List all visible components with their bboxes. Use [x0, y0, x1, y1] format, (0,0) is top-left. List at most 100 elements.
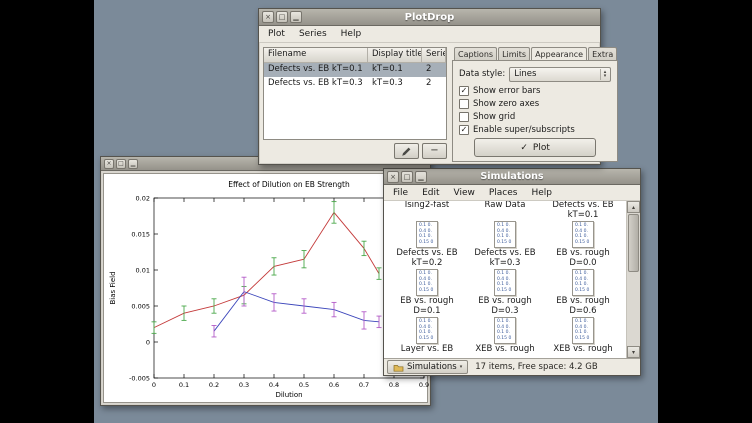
- cell-filename: Defects vs. EB kT=0.1: [264, 63, 368, 77]
- file-item[interactable]: 0.1 0. 0.4 0. 0.1 0. 0.15 0XEB vs. rough: [544, 317, 622, 358]
- tab-limits[interactable]: Limits: [498, 47, 530, 61]
- text-file-icon: 0.1 0. 0.4 0. 0.1 0. 0.15 0: [494, 317, 516, 344]
- menu-plot[interactable]: Plot: [261, 27, 292, 41]
- svg-text:Bias Field: Bias Field: [109, 271, 117, 304]
- checkbox-show-grid[interactable]: Show grid: [459, 110, 611, 123]
- checkbox-show-error-bars[interactable]: ✓ Show error bars: [459, 84, 611, 97]
- checkbox-unchecked-icon[interactable]: [459, 99, 469, 109]
- remove-file-button[interactable]: −: [422, 143, 447, 159]
- checkbox-label: Show error bars: [473, 86, 540, 96]
- checkbox-show-zero-axes[interactable]: Show zero axes: [459, 97, 611, 110]
- svg-text:0.01: 0.01: [136, 267, 150, 275]
- file-item[interactable]: 0.1 0. 0.4 0. 0.1 0. 0.15 0Defects vs. E…: [466, 221, 544, 269]
- plot-output-window: × □ ▁ 00.10.20.30.40.50.60.70.80.9-0.005…: [100, 156, 431, 406]
- maximize-icon[interactable]: □: [116, 159, 126, 169]
- file-table-actions: −: [263, 140, 447, 159]
- checkbox-checked-icon[interactable]: ✓: [459, 86, 469, 96]
- cell-series: 2: [422, 77, 446, 91]
- minimize-icon[interactable]: ▁: [290, 11, 302, 23]
- table-row[interactable]: Defects vs. EB kT=0.3kT=0.32: [264, 77, 446, 91]
- file-list-panel: FilenameDisplay titleSeries Defects vs. …: [263, 47, 447, 159]
- menu-series[interactable]: Series: [292, 27, 334, 41]
- vertical-scrollbar[interactable]: ▴ ▾: [627, 201, 640, 358]
- cell-series: 2: [422, 63, 446, 77]
- tab-extra[interactable]: Extra: [588, 47, 617, 61]
- menu-help[interactable]: Help: [334, 27, 369, 41]
- file-item[interactable]: 0.1 0. 0.4 0. 0.1 0. 0.15 0EB vs. roughD…: [466, 269, 544, 317]
- file-item[interactable]: 0.1 0. 0.4 0. 0.1 0. 0.15 0Layer vs. EB: [388, 317, 466, 358]
- svg-text:0.015: 0.015: [131, 231, 150, 239]
- data-style-row: Data style: Lines ▴▾: [459, 66, 611, 82]
- svg-text:0.9: 0.9: [419, 381, 429, 389]
- file-label: EB vs. roughD=0.3: [478, 297, 531, 316]
- checkbox-unchecked-icon[interactable]: [459, 112, 469, 122]
- column-header-series[interactable]: Series: [422, 48, 446, 63]
- chevron-down-icon: ▾: [460, 364, 463, 370]
- tab-captions[interactable]: Captions: [454, 47, 497, 61]
- maximize-icon[interactable]: □: [276, 11, 288, 23]
- menu-edit[interactable]: Edit: [415, 186, 446, 200]
- plotdrop-titlebar[interactable]: × □ ▁ PlotDrop: [259, 9, 600, 26]
- data-style-value: Lines: [514, 69, 536, 79]
- location-button[interactable]: Simulations ▾: [387, 360, 468, 374]
- file-item[interactable]: 0.1 0. 0.4 0. 0.1 0. 0.15 0EB vs. roughD…: [388, 269, 466, 317]
- close-icon[interactable]: ×: [262, 11, 274, 23]
- plot-button[interactable]: ✓ Plot: [474, 138, 596, 157]
- appearance-tab-panel: Data style: Lines ▴▾ ✓Show error barsSho…: [452, 60, 618, 162]
- svg-text:0: 0: [152, 381, 156, 389]
- text-file-icon: 0.1 0. 0.4 0. 0.1 0. 0.15 0: [494, 221, 516, 248]
- svg-text:0.005: 0.005: [131, 303, 150, 311]
- file-icon-view: 0.1 0. 0.4 0. 0.1 0. 0.15 0Ising2-fast0.…: [384, 201, 627, 358]
- minimize-icon[interactable]: ▁: [415, 171, 427, 183]
- svg-text:0.3: 0.3: [239, 381, 249, 389]
- svg-text:0.02: 0.02: [136, 195, 150, 203]
- text-file-icon: 0.1 0. 0.4 0. 0.1 0. 0.15 0: [572, 221, 594, 248]
- file-item[interactable]: 0.1 0. 0.4 0. 0.1 0. 0.15 0XEB vs. rough: [466, 317, 544, 358]
- close-icon[interactable]: ×: [387, 171, 399, 183]
- simulations-titlebar[interactable]: × □ ▁ Simulations: [384, 169, 640, 185]
- file-item[interactable]: 0.1 0. 0.4 0. 0.1 0. 0.15 0Raw Data: [466, 201, 544, 221]
- scroll-up-icon[interactable]: ▴: [627, 201, 640, 213]
- file-item[interactable]: 0.1 0. 0.4 0. 0.1 0. 0.15 0EB vs. roughD…: [544, 269, 622, 317]
- column-header-filename[interactable]: Filename: [264, 48, 368, 63]
- file-item[interactable]: 0.1 0. 0.4 0. 0.1 0. 0.15 0Ising2-fast: [388, 201, 466, 221]
- file-label: Raw Data: [485, 201, 526, 211]
- file-item[interactable]: 0.1 0. 0.4 0. 0.1 0. 0.15 0EB vs. roughD…: [544, 221, 622, 269]
- close-icon[interactable]: ×: [104, 159, 114, 169]
- scrollbar-trough[interactable]: [627, 213, 640, 346]
- minimize-icon[interactable]: ▁: [128, 159, 138, 169]
- tab-appearance[interactable]: Appearance: [531, 47, 587, 61]
- checkbox-checked-icon[interactable]: ✓: [459, 125, 469, 135]
- simulations-statusbar: Simulations ▾ 17 items, Free space: 4.2 …: [384, 359, 640, 375]
- file-label: Defects vs. EBkT=0.1: [552, 201, 613, 220]
- plotdrop-body: FilenameDisplay titleSeries Defects vs. …: [259, 43, 600, 163]
- plotdrop-window: × □ ▁ PlotDrop PlotSeriesHelp FilenameDi…: [258, 8, 601, 165]
- text-file-icon: 0.1 0. 0.4 0. 0.1 0. 0.15 0: [572, 269, 594, 296]
- table-row[interactable]: Defects vs. EB kT=0.1kT=0.12: [264, 63, 446, 77]
- checkbox-enable-super-subscripts[interactable]: ✓Enable super/subscripts: [459, 123, 611, 136]
- appearance-checkboxes: ✓Show error barsShow zero axesShow grid✓…: [459, 84, 611, 136]
- file-item[interactable]: 0.1 0. 0.4 0. 0.1 0. 0.15 0Defects vs. E…: [544, 201, 622, 221]
- file-item[interactable]: 0.1 0. 0.4 0. 0.1 0. 0.15 0Defects vs. E…: [388, 221, 466, 269]
- file-label: Ising2-fast: [405, 201, 450, 211]
- file-label: XEB vs. rough: [553, 345, 612, 355]
- maximize-icon[interactable]: □: [401, 171, 413, 183]
- menu-file[interactable]: File: [386, 186, 415, 200]
- svg-text:-0.005: -0.005: [129, 375, 150, 383]
- checkbox-label: Show grid: [473, 112, 515, 122]
- check-icon: ✓: [520, 143, 528, 153]
- scroll-down-icon[interactable]: ▾: [627, 346, 640, 358]
- file-grid: 0.1 0. 0.4 0. 0.1 0. 0.15 0Ising2-fast0.…: [384, 201, 622, 358]
- menu-help[interactable]: Help: [524, 186, 559, 200]
- column-header-display-title[interactable]: Display title: [368, 48, 422, 63]
- settings-panel: CaptionsLimitsAppearanceExtra Data style…: [452, 47, 618, 159]
- menu-places[interactable]: Places: [482, 186, 525, 200]
- menu-view[interactable]: View: [447, 186, 482, 200]
- data-style-select[interactable]: Lines ▴▾: [509, 67, 611, 82]
- settings-tabs: CaptionsLimitsAppearanceExtra: [452, 47, 618, 61]
- svg-text:0.5: 0.5: [299, 381, 309, 389]
- simulations-body: 0.1 0. 0.4 0. 0.1 0. 0.15 0Ising2-fast0.…: [384, 201, 640, 359]
- edit-button[interactable]: [394, 143, 419, 159]
- scrollbar-thumb[interactable]: [628, 214, 639, 272]
- simulations-window: × □ ▁ Simulations FileEditViewPlacesHelp…: [383, 168, 641, 376]
